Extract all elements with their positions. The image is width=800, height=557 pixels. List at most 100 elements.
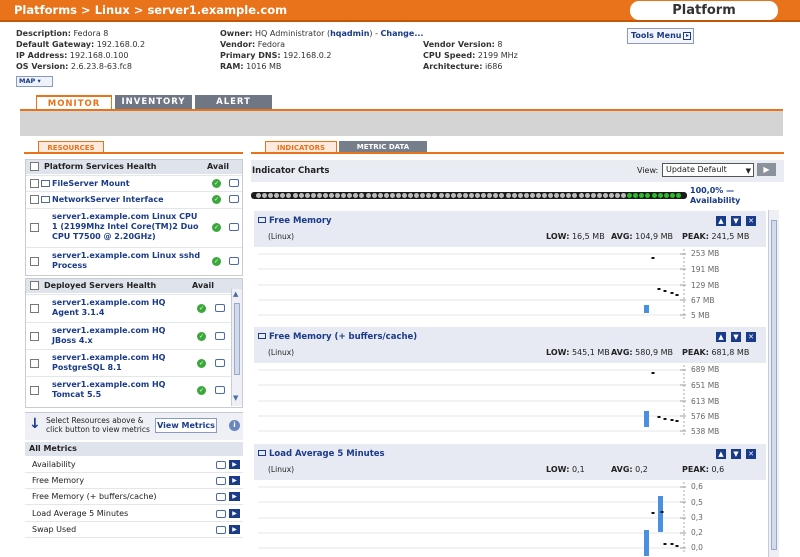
tab-monitor[interactable]: MONITOR [36, 95, 112, 110]
select-all-checkbox[interactable] [30, 162, 39, 171]
move-down-icon[interactable]: ▼ [731, 449, 741, 459]
scroll-up-icon[interactable]: ▲ [233, 290, 238, 298]
availability-dot[interactable] [298, 193, 304, 198]
availability-dot[interactable] [651, 193, 657, 198]
availability-link[interactable]: Availability [690, 196, 740, 206]
row-checkbox[interactable] [30, 223, 39, 232]
resource-link[interactable]: server1.example.com Linux CPU 1 (2199Mhz… [52, 212, 204, 242]
range-bar[interactable] [658, 496, 663, 532]
comment-icon[interactable] [215, 359, 225, 367]
availability-dot[interactable] [316, 193, 322, 198]
chart-title[interactable]: Load Average 5 Minutes [258, 449, 385, 459]
availability-dot[interactable] [256, 193, 261, 198]
availability-dot[interactable] [365, 193, 371, 198]
availability-dot[interactable] [493, 193, 499, 198]
comment-icon[interactable] [216, 461, 226, 469]
availability-dot[interactable] [444, 193, 450, 198]
availability-dot[interactable] [322, 193, 328, 198]
availability-dot[interactable] [389, 193, 395, 198]
availability-dot[interactable] [602, 193, 608, 198]
comment-icon[interactable] [216, 477, 226, 485]
availability-dot[interactable] [675, 193, 681, 198]
metric-row-availability[interactable]: Availability ▶ [25, 457, 243, 473]
resource-link[interactable]: NetworkServer Interface [41, 195, 164, 205]
row-checkbox[interactable] [30, 304, 39, 313]
tab-alert[interactable]: ALERT [195, 95, 272, 110]
play-icon[interactable]: ▶ [229, 460, 240, 469]
metric-row-swap-used[interactable]: Swap Used ▶ [25, 522, 243, 538]
data-point[interactable] [660, 511, 664, 513]
data-point[interactable] [670, 419, 674, 421]
row-checkbox[interactable] [30, 386, 39, 395]
data-point[interactable] [675, 545, 679, 547]
availability-dot[interactable] [560, 193, 566, 198]
resource-link[interactable]: server1.example.com Linux sshd Process [52, 251, 204, 271]
move-up-icon[interactable]: ▲ [716, 216, 726, 226]
scrollbar-thumb[interactable] [234, 303, 240, 375]
availability-dot[interactable] [292, 193, 298, 198]
availability-dot[interactable] [395, 193, 401, 198]
availability-dot[interactable] [566, 193, 572, 198]
breadcrumb-linux[interactable]: Linux [95, 3, 130, 17]
range-bar[interactable] [644, 530, 649, 556]
data-point[interactable] [670, 292, 674, 294]
comment-icon[interactable] [229, 223, 239, 231]
availability-dot[interactable] [286, 193, 292, 198]
data-point[interactable] [651, 512, 655, 514]
map-button[interactable]: MAP ▾ [16, 76, 53, 87]
availability-dot[interactable] [596, 193, 602, 198]
tools-menu-button[interactable]: Tools Menu ▸ [627, 28, 694, 44]
availability-dot[interactable] [542, 193, 548, 198]
data-point[interactable] [651, 372, 655, 374]
data-point[interactable] [675, 420, 679, 422]
comment-icon[interactable] [229, 257, 239, 265]
metric-row-free-memory[interactable]: Free Memory ▶ [25, 473, 243, 489]
data-point[interactable] [657, 288, 661, 290]
play-icon[interactable]: ▶ [229, 476, 240, 485]
availability-dot[interactable] [572, 193, 578, 198]
availability-dot[interactable] [633, 193, 639, 198]
data-point[interactable] [670, 543, 674, 545]
availability-dot[interactable] [347, 193, 353, 198]
range-bar[interactable] [644, 411, 649, 427]
tab-inventory[interactable]: INVENTORY [115, 95, 192, 110]
availability-dot[interactable] [627, 193, 633, 198]
move-down-icon[interactable]: ▼ [731, 216, 741, 226]
resource-link[interactable]: server1.example.com HQ Tomcat 5.5 [52, 380, 177, 400]
availability-dot[interactable] [499, 193, 505, 198]
resource-link[interactable]: server1.example.com HQ Agent 3.1.4 [52, 298, 177, 318]
availability-dot[interactable] [475, 193, 481, 198]
availability-dot[interactable] [663, 193, 669, 198]
availability-dot[interactable] [414, 193, 420, 198]
move-up-icon[interactable]: ▲ [716, 332, 726, 342]
play-icon[interactable]: ▶ [229, 509, 240, 518]
availability-dot[interactable] [268, 193, 274, 198]
close-icon[interactable]: ✕ [746, 332, 756, 342]
metric-row-load-average[interactable]: Load Average 5 Minutes ▶ [25, 506, 243, 522]
availability-dot[interactable] [481, 193, 487, 198]
row-checkbox[interactable] [30, 179, 39, 188]
change-owner-link[interactable]: Change... [381, 29, 424, 38]
availability-dot[interactable] [535, 193, 541, 198]
availability-dot[interactable] [426, 193, 432, 198]
availability-dot[interactable] [402, 193, 408, 198]
row-checkbox[interactable] [30, 195, 39, 204]
availability-dot[interactable] [578, 193, 584, 198]
data-point[interactable] [657, 416, 661, 418]
owner-link[interactable]: hqadmin [330, 29, 369, 38]
chart-title[interactable]: Free Memory [258, 216, 332, 226]
availability-dot[interactable] [487, 193, 493, 198]
breadcrumb-platforms[interactable]: Platforms [14, 3, 77, 17]
availability-dot[interactable] [548, 193, 554, 198]
comment-icon[interactable] [229, 195, 239, 203]
availability-dot[interactable] [310, 193, 316, 198]
row-checkbox[interactable] [30, 359, 39, 368]
availability-dot[interactable] [517, 193, 523, 198]
comment-icon[interactable] [216, 526, 226, 534]
scroll-down-icon[interactable]: ▼ [233, 394, 238, 402]
availability-dot[interactable] [462, 193, 468, 198]
view-select[interactable]: Update Default ▼ [662, 163, 754, 177]
availability-dot[interactable] [645, 193, 651, 198]
close-icon[interactable]: ✕ [746, 449, 756, 459]
availability-dot[interactable] [329, 193, 335, 198]
